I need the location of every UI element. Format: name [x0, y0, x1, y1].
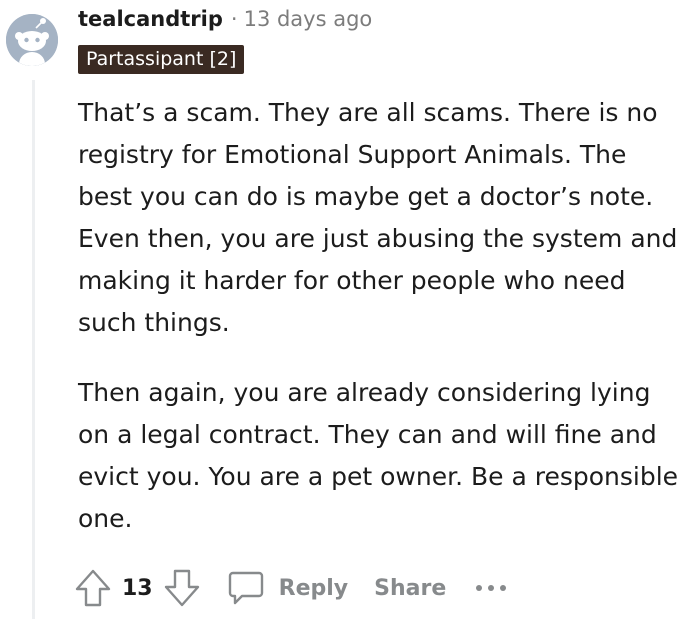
comment-container: tealcandtrip · 13 days ago Partassipant … — [0, 0, 700, 619]
comment-paragraph: Then again, you are already considering … — [78, 378, 679, 533]
ellipsis-icon[interactable] — [474, 583, 508, 593]
reply-button[interactable]: Reply — [227, 569, 349, 607]
comment-paragraph: That’s a scam. They are all scams. There… — [78, 98, 678, 337]
meta-separator: · — [230, 7, 238, 31]
avatar[interactable] — [6, 14, 58, 66]
vote-count: 13 — [122, 575, 153, 601]
snoo-avatar-icon — [6, 14, 58, 66]
comment-actions: 13 Reply Share — [74, 566, 508, 610]
user-flair: Partassipant [2] — [78, 45, 245, 74]
downvote-arrow-icon[interactable] — [163, 568, 201, 608]
upvote-arrow-icon[interactable] — [74, 568, 112, 608]
reply-label: Reply — [278, 575, 349, 601]
share-button[interactable]: Share — [374, 576, 446, 601]
comment-header: tealcandtrip · 13 days ago — [78, 4, 372, 34]
timestamp[interactable]: 13 days ago — [244, 7, 373, 31]
username[interactable]: tealcandtrip — [78, 7, 223, 31]
comment-body: That’s a scam. They are all scams. There… — [78, 92, 688, 568]
speech-bubble-icon — [227, 569, 265, 607]
thread-line[interactable] — [32, 80, 35, 619]
